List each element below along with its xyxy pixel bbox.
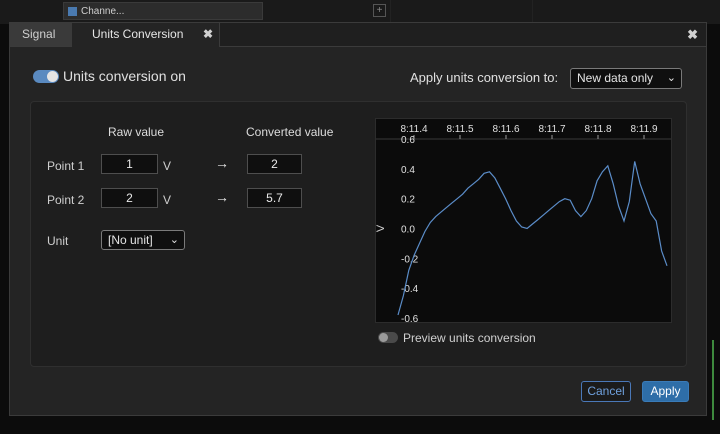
apply-to-select[interactable]: New data only ⌄ <box>570 68 682 89</box>
point-2-raw-input[interactable]: 2 <box>101 188 158 208</box>
raw-value-header: Raw value <box>108 125 165 139</box>
background-divider <box>390 0 391 22</box>
point-1-raw-input[interactable]: 1 <box>101 154 158 174</box>
units-conversion-toggle[interactable] <box>33 70 59 83</box>
y-tick-label: 0.6 <box>401 135 415 146</box>
y-tick-label: -0.6 <box>401 314 419 322</box>
channel-color-icon <box>68 6 77 16</box>
toggle-knob <box>379 333 388 342</box>
unit-label: Unit <box>47 234 69 248</box>
apply-button[interactable]: Apply <box>642 381 689 402</box>
background-trace <box>712 340 714 420</box>
preview-chart-svg: 8:11.4 8:11.5 8:11.6 8:11.7 8:11.8 8:11.9 0.6 0… <box>375 124 671 325</box>
apply-to-selected-value: New data only <box>577 71 654 85</box>
point-2-unit: V <box>163 193 172 207</box>
preview-toggle[interactable] <box>378 332 398 343</box>
x-tick-label: 8:11.4 <box>400 124 427 135</box>
point-2-label: Point 2 <box>47 193 85 207</box>
toggle-knob <box>47 71 58 82</box>
y-tick-label: 0.4 <box>401 165 415 176</box>
y-tick-label: 0.0 <box>401 225 415 236</box>
converted-value-header: Converted value <box>246 125 334 139</box>
conversion-panel: Raw value Converted value Point 1 1 V → … <box>30 101 687 367</box>
add-tab-button[interactable]: + <box>373 4 386 17</box>
point-2-converted-input[interactable]: 5.7 <box>247 188 302 208</box>
arrow-right-icon: → <box>215 155 229 171</box>
x-tick-label: 8:11.8 <box>584 124 611 135</box>
units-conversion-dialog: Signal Units Conversion ✖ ✖ Units conver… <box>9 22 707 416</box>
y-tick-label: 0.2 <box>401 195 415 206</box>
units-conversion-label: Units conversion on <box>63 68 186 84</box>
x-tick-label: 8:11.9 <box>630 124 657 135</box>
y-tick-label: -0.2 <box>401 254 419 265</box>
preview-chart: 8:11.4 8:11.5 8:11.6 8:11.7 8:11.8 8:11.9 0.6 0… <box>375 118 672 325</box>
series-line <box>397 161 668 316</box>
arrow-right-icon: → <box>215 189 229 205</box>
unit-select[interactable]: [No unit] ⌄ <box>101 230 185 250</box>
background-divider <box>532 0 533 22</box>
dialog-close-icon[interactable]: ✖ <box>687 23 698 46</box>
x-tick-label: 8:11.7 <box>538 124 565 135</box>
tab-close-icon[interactable]: ✖ <box>203 23 213 46</box>
point-1-unit: V <box>163 159 172 173</box>
x-tick-label: 8:11.5 <box>446 124 473 135</box>
apply-to-label: Apply units conversion to: <box>410 70 559 85</box>
background-channel-tab[interactable]: Channe... <box>63 2 263 20</box>
x-tick-label: 8:11.6 <box>492 124 519 135</box>
background-channel-tab-label: Channe... <box>81 5 125 17</box>
chevron-down-icon: ⌄ <box>169 234 179 246</box>
point-1-converted-input[interactable]: 2 <box>247 154 302 174</box>
chevron-down-icon: ⌄ <box>666 72 676 84</box>
preview-units-conversion-label: Preview units conversion <box>403 331 536 345</box>
cancel-button[interactable]: Cancel <box>581 381 631 402</box>
y-axis-label: V <box>376 224 387 232</box>
dialog-tab-bar: Signal Units Conversion ✖ ✖ <box>10 23 706 47</box>
tab-units-conversion[interactable]: Units Conversion <box>72 23 220 47</box>
point-1-label: Point 1 <box>47 159 85 173</box>
unit-selected-value: [No unit] <box>108 233 153 247</box>
